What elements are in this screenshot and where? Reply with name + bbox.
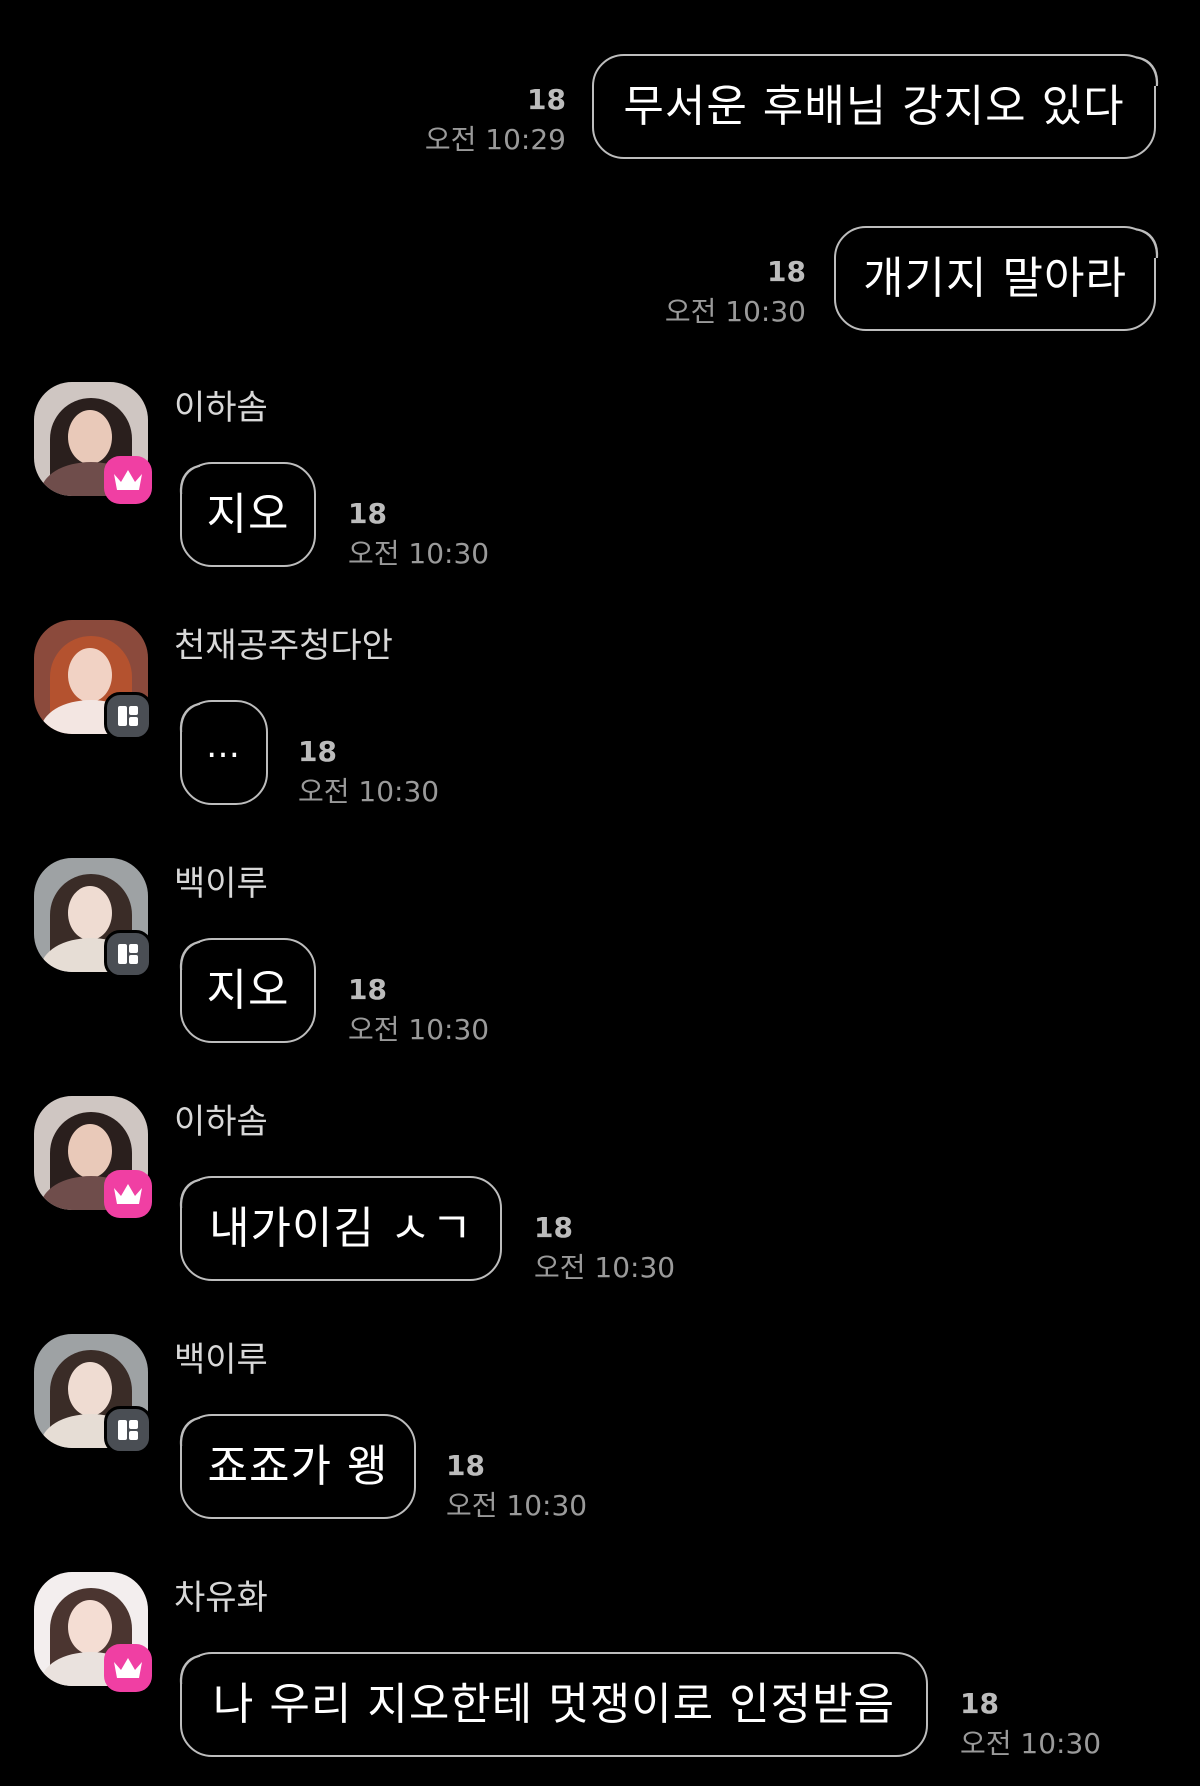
message-text: 나 우리 지오한테 멋쟁이로 인정받음 <box>212 1679 896 1730</box>
message-meta: 18 오전 10:30 <box>348 970 489 1050</box>
sender-name: 차유화 <box>174 1578 268 1618</box>
bubble-tail <box>170 462 200 494</box>
unread-count: 18 <box>534 1211 573 1244</box>
message-time: 오전 10:30 <box>960 1727 1102 1760</box>
message-time: 오전 10:30 <box>298 775 440 808</box>
member-icon <box>104 930 152 978</box>
incoming-message-bubble[interactable]: 지오 <box>180 462 316 567</box>
chat-thread: 18 오전 10:29 무서운 후배님 강지오 있다 18 오전 10:30 개… <box>0 0 1200 1786</box>
message-text: 개기지 말아라 <box>863 253 1127 304</box>
message-meta: 18 오전 10:30 <box>534 1208 675 1288</box>
bubble-tail <box>170 938 200 970</box>
incoming-message-bubble[interactable]: 내가이김 ㅅㄱ <box>180 1176 502 1281</box>
outgoing-message-bubble[interactable]: 개기지 말아라 <box>834 226 1156 331</box>
message-time: 오전 10:30 <box>664 295 806 328</box>
message-time: 오전 10:30 <box>446 1489 588 1522</box>
bubble-tail <box>1136 226 1166 258</box>
bubble-tail <box>1136 54 1166 86</box>
message-text: 지오 <box>206 965 290 1016</box>
bubble-tail <box>170 700 200 732</box>
sender-name: 천재공주청다안 <box>174 626 393 666</box>
crown-icon <box>104 456 152 504</box>
message-meta: 18 오전 10:30 <box>348 494 489 574</box>
unread-count: 18 <box>767 255 806 288</box>
message-text: 무서운 후배님 강지오 있다 <box>623 81 1125 132</box>
message-meta: 18 오전 10:29 <box>425 80 566 160</box>
message-meta: 18 오전 10:30 <box>960 1684 1101 1764</box>
unread-count: 18 <box>348 497 387 530</box>
message-meta: 18 오전 10:30 <box>446 1446 587 1526</box>
unread-count: 18 <box>446 1449 485 1482</box>
crown-icon <box>104 1170 152 1218</box>
message-time: 오전 10:29 <box>424 123 566 156</box>
message-text: 내가이김 ㅅㄱ <box>209 1203 473 1254</box>
message-meta: 18 오전 10:30 <box>298 732 439 812</box>
incoming-message-bubble[interactable]: 나 우리 지오한테 멋쟁이로 인정받음 <box>180 1652 928 1757</box>
message-text: 죠죠가 왱 <box>207 1441 389 1492</box>
member-icon <box>104 1406 152 1454</box>
message-time: 오전 10:30 <box>348 537 490 570</box>
unread-count: 18 <box>527 83 566 116</box>
unread-count: 18 <box>298 735 337 768</box>
unread-count: 18 <box>960 1687 999 1720</box>
incoming-message-bubble[interactable]: … <box>180 700 268 805</box>
sender-name: 백이루 <box>174 864 268 904</box>
member-icon <box>104 692 152 740</box>
outgoing-message-bubble[interactable]: 무서운 후배님 강지오 있다 <box>592 54 1156 159</box>
message-time: 오전 10:30 <box>348 1013 490 1046</box>
message-meta: 18 오전 10:30 <box>665 252 806 332</box>
bubble-tail <box>170 1176 200 1208</box>
message-time: 오전 10:30 <box>534 1251 676 1284</box>
bubble-tail <box>170 1414 200 1446</box>
sender-name: 이하솜 <box>174 388 268 428</box>
sender-name: 백이루 <box>174 1340 268 1380</box>
crown-icon <box>104 1644 152 1692</box>
incoming-message-bubble[interactable]: 죠죠가 왱 <box>180 1414 416 1519</box>
incoming-message-bubble[interactable]: 지오 <box>180 938 316 1043</box>
bubble-tail <box>170 1652 200 1684</box>
message-text: 지오 <box>206 489 290 540</box>
sender-name: 이하솜 <box>174 1102 268 1142</box>
message-text: … <box>206 726 242 766</box>
unread-count: 18 <box>348 973 387 1006</box>
